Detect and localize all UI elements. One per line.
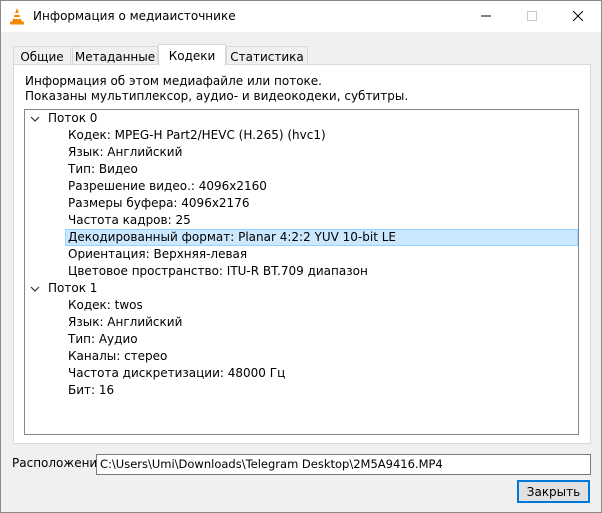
tree-item[interactable]: Кодек: MPEG-H Part2/HEVC (H.265) (hvc1)	[68, 127, 326, 144]
vlc-cone-icon	[10, 8, 24, 25]
tree-item-label: Тип: Аудио	[68, 332, 138, 346]
tab-codecs-label: Кодеки	[168, 48, 216, 63]
tree-item-label: Кодек: twos	[68, 298, 143, 312]
description-line-1: Информация об этом медиафайле или потоке…	[25, 74, 322, 88]
tree-item[interactable]: Бит: 16	[68, 382, 114, 399]
tree-stream-0[interactable]: Поток 0	[25, 110, 578, 127]
maximize-button[interactable]	[509, 1, 555, 31]
tree-item[interactable]: Кодек: twos	[68, 297, 143, 314]
tree-stream-0-label: Поток 0	[48, 111, 98, 125]
tree-item-label: Частота кадров: 25	[68, 213, 191, 227]
tree-item[interactable]: Частота дискретизации: 48000 Гц	[68, 365, 285, 382]
tree-item-label: Размеры буфера: 4096x2176	[68, 196, 250, 210]
close-icon	[573, 11, 583, 21]
minimize-button[interactable]	[463, 1, 509, 31]
tree-item-label: Ориентация: Верхняя-левая	[68, 247, 248, 261]
codec-tree[interactable]: Поток 0 Кодек: MPEG-H Part2/HEVC (H.265)…	[24, 109, 579, 435]
tab-metadata[interactable]: Метаданные	[72, 46, 158, 66]
tab-metadata-label: Метаданные	[74, 49, 156, 64]
maximize-icon	[527, 11, 537, 21]
chevron-down-icon[interactable]	[30, 114, 40, 124]
tree-item[interactable]: Частота кадров: 25	[68, 212, 191, 229]
tree-item-label: Каналы: стерео	[68, 349, 168, 363]
tree-item[interactable]: Цветовое пространство: ITU-R BT.709 диап…	[68, 263, 368, 280]
tree-item-label: Бит: 16	[68, 383, 115, 397]
tree-item-label: Цветовое пространство: ITU-R BT.709 диап…	[68, 264, 368, 278]
tab-statistics[interactable]: Статистика	[226, 46, 308, 66]
tree-item-label: Кодек: MPEG-H Part2/HEVC (H.265) (hvc1)	[68, 128, 326, 142]
title-bar[interactable]: Информация о медиаисточнике	[1, 1, 601, 32]
tab-general-label: Общие	[20, 49, 64, 64]
codecs-panel: Информация об этом медиафайле или потоке…	[13, 64, 591, 444]
media-info-dialog: Информация о медиаисточнике Общие Метада…	[0, 0, 602, 513]
tree-item[interactable]: Каналы: стерео	[68, 348, 167, 365]
close-window-button[interactable]	[555, 1, 601, 31]
minimize-icon	[481, 15, 491, 17]
tree-item-label: Разрешение видео.: 4096x2160	[68, 179, 267, 193]
tab-statistics-label: Статистика	[230, 49, 304, 64]
description-line-2: Показаны мультиплексор, аудио- и видеоко…	[25, 89, 409, 103]
tree-item[interactable]: Язык: Английский	[68, 314, 182, 331]
window-title: Информация о медиаисточнике	[33, 9, 236, 23]
tab-codecs[interactable]: Кодеки	[158, 44, 226, 66]
tree-item[interactable]: Размеры буфера: 4096x2176	[68, 195, 249, 212]
tree-item[interactable]: Тип: Видео	[68, 161, 138, 178]
location-field[interactable]: C:\Users\Umi\Downloads\Telegram Desktop\…	[96, 454, 591, 475]
tree-stream-1-label: Поток 1	[48, 281, 98, 295]
tree-item-label: Частота дискретизации: 48000 Гц	[68, 366, 286, 380]
tree-stream-1[interactable]: Поток 1	[25, 280, 578, 297]
tree-item[interactable]: Тип: Аудио	[68, 331, 138, 348]
tree-item-label: Декодированный формат: Planar 4:2:2 YUV …	[68, 230, 396, 244]
tree-item-label: Язык: Английский	[68, 145, 183, 159]
tree-item[interactable]: Язык: Английский	[68, 144, 182, 161]
tree-item[interactable]: Разрешение видео.: 4096x2160	[68, 178, 267, 195]
tree-item-selected[interactable]: Декодированный формат: Planar 4:2:2 YUV …	[65, 229, 578, 246]
location-label: Расположение:	[12, 456, 109, 470]
close-button[interactable]: Закрыть	[517, 480, 590, 503]
chevron-down-icon[interactable]	[30, 284, 40, 294]
panel-description: Информация об этом медиафайле или потоке…	[25, 74, 408, 104]
tab-general[interactable]: Общие	[13, 46, 71, 66]
tree-item[interactable]: Ориентация: Верхняя-левая	[68, 246, 247, 263]
tree-item-label: Язык: Английский	[68, 315, 183, 329]
tree-item-label: Тип: Видео	[68, 162, 138, 176]
